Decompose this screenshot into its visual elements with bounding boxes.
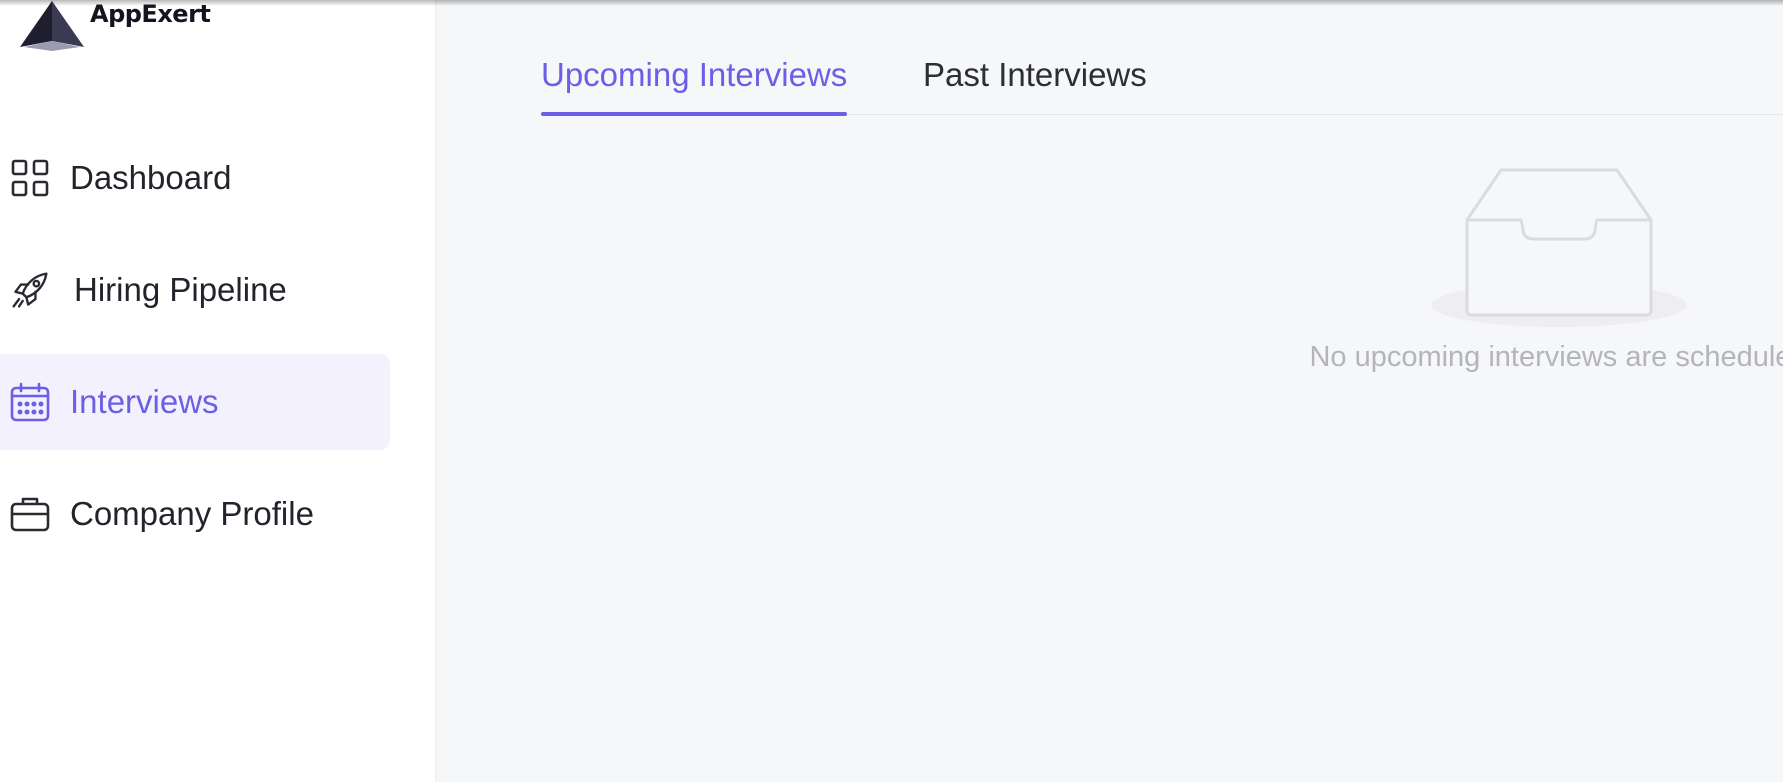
sidebar-item-label: Company Profile xyxy=(70,495,314,532)
brand-logo[interactable]: AppExert xyxy=(20,0,211,52)
brand-name: AppExert xyxy=(90,0,211,28)
tab-past-interviews[interactable]: Past Interviews xyxy=(923,50,1147,115)
sidebar-item-label: Dashboard xyxy=(70,159,232,196)
interview-tabs: Upcoming Interviews Past Interviews xyxy=(541,50,1783,116)
appexert-logo-icon xyxy=(20,1,84,51)
app-root: AppExert Dashboard Hiring Pipeline Inter… xyxy=(0,0,1783,782)
sidebar: AppExert Dashboard Hiring Pipeline Inter… xyxy=(0,0,436,782)
calendar-icon xyxy=(10,382,50,422)
empty-state: No upcoming interviews are scheduled xyxy=(1236,165,1783,374)
sidebar-item-label: Hiring Pipeline xyxy=(74,271,287,308)
sidebar-item-hiring-pipeline[interactable]: Hiring Pipeline xyxy=(0,242,390,338)
tab-upcoming-interviews[interactable]: Upcoming Interviews xyxy=(541,50,848,116)
sidebar-item-dashboard[interactable]: Dashboard xyxy=(0,130,390,226)
sidebar-item-interviews[interactable]: Interviews xyxy=(0,354,390,450)
sidebar-item-label: Interviews xyxy=(70,383,219,420)
empty-state-message: No upcoming interviews are scheduled xyxy=(1309,341,1783,373)
main-content: Upcoming Interviews Past Interviews No u… xyxy=(436,0,1783,782)
sidebar-item-company-profile[interactable]: Company Profile xyxy=(0,466,390,562)
inbox-icon xyxy=(1430,168,1687,327)
grid-icon xyxy=(10,158,50,198)
briefcase-icon xyxy=(10,494,50,534)
rocket-icon xyxy=(10,270,50,310)
